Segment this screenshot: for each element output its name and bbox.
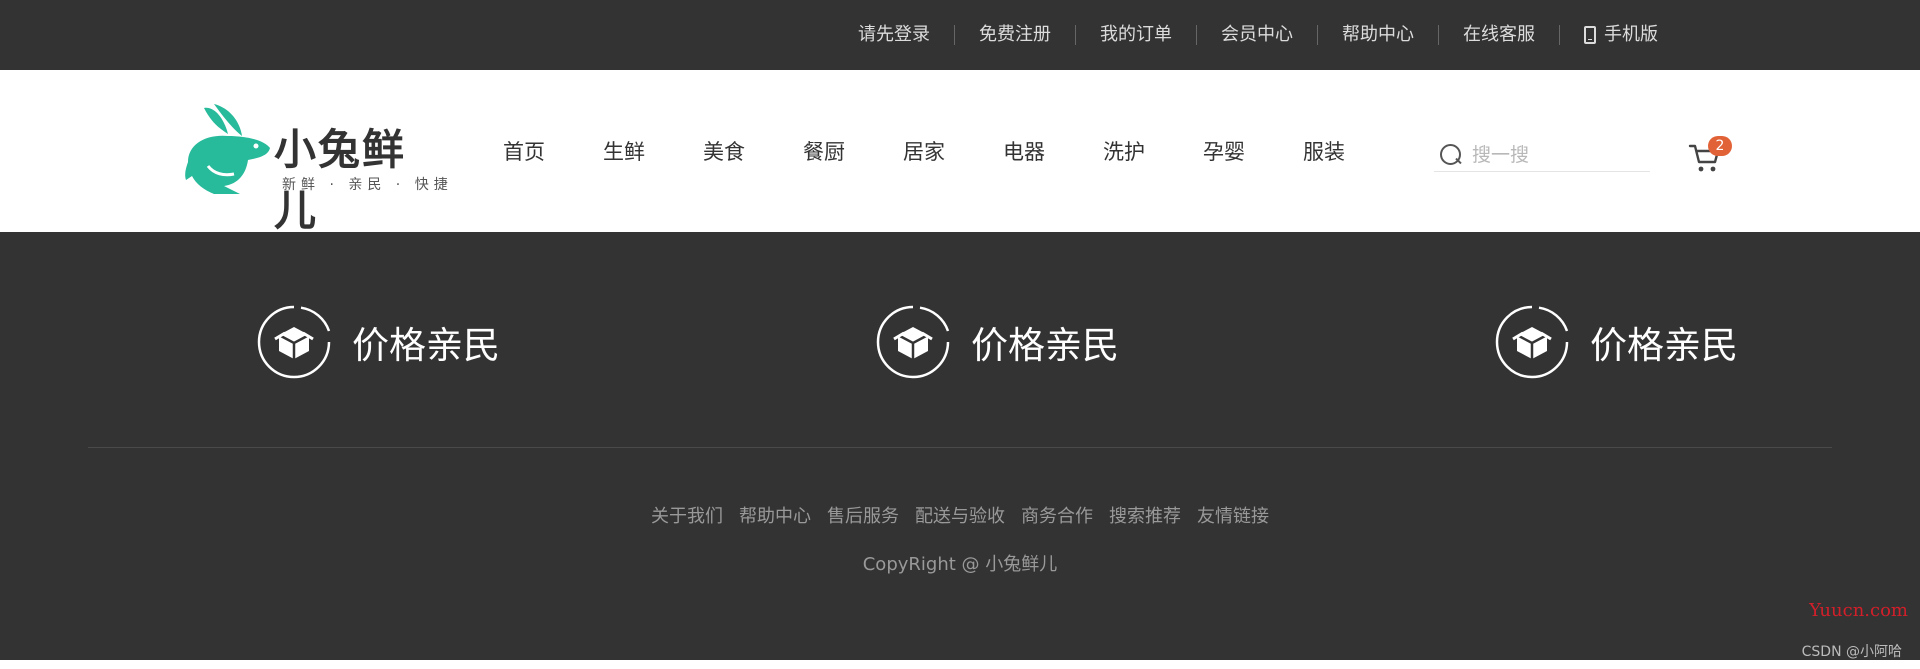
feature-label: 价格亲民 bbox=[352, 324, 500, 367]
login-link[interactable]: 请先登录 bbox=[834, 25, 954, 45]
feature-item: 价格亲民 bbox=[876, 304, 1119, 380]
footer-link-after-sales[interactable]: 售后服务 bbox=[819, 502, 907, 528]
login-link-label: 请先登录 bbox=[858, 24, 930, 45]
register-link[interactable]: 免费注册 bbox=[954, 25, 1075, 45]
cart-count-badge: 2 bbox=[1708, 136, 1732, 156]
site-watermark: Yuucn.com bbox=[1809, 600, 1908, 621]
nav-item-appliances[interactable]: 电器 bbox=[974, 136, 1074, 166]
main-category-nav: 首页 生鲜 美食 餐厨 居家 电器 洗护 孕婴 服装 bbox=[474, 70, 1374, 232]
feature-item: 价格亲民 bbox=[257, 304, 500, 380]
footer-link-delivery[interactable]: 配送与验收 bbox=[907, 502, 1013, 528]
footer-link-friend-links[interactable]: 友情链接 bbox=[1189, 502, 1277, 528]
mobile-version-link-label: 手机版 bbox=[1604, 24, 1658, 45]
footer-links: 关于我们 帮助中心 售后服务 配送与验收 商务合作 搜索推荐 友情链接 bbox=[0, 502, 1920, 528]
site-header: 小兔鲜儿 新鲜 · 亲民 · 快捷 首页 生鲜 美食 餐厨 居家 电器 洗护 孕… bbox=[0, 70, 1920, 235]
feature-item: 价格亲民 bbox=[1495, 304, 1738, 380]
logo-slogan: 新鲜 · 亲民 · 快捷 bbox=[282, 177, 453, 193]
footer-link-about[interactable]: 关于我们 bbox=[643, 502, 731, 528]
site-logo[interactable]: 小兔鲜儿 新鲜 · 亲民 · 快捷 bbox=[184, 104, 448, 235]
help-center-link-label: 帮助中心 bbox=[1342, 24, 1414, 45]
cart-button[interactable]: 2 bbox=[1688, 136, 1732, 176]
search-box bbox=[1434, 138, 1650, 172]
csdn-watermark: CSDN @小阿哈 bbox=[1801, 644, 1902, 660]
my-orders-link[interactable]: 我的订单 bbox=[1075, 25, 1196, 45]
member-center-link-label: 会员中心 bbox=[1221, 24, 1293, 45]
bottom-strip bbox=[0, 660, 1920, 669]
nav-item-kitchen[interactable]: 餐厨 bbox=[774, 136, 874, 166]
package-box-icon bbox=[1495, 305, 1569, 379]
footer-link-help[interactable]: 帮助中心 bbox=[731, 502, 819, 528]
feature-label: 价格亲民 bbox=[971, 324, 1119, 367]
search-input[interactable] bbox=[1472, 143, 1642, 166]
mobile-version-link[interactable]: 手机版 bbox=[1559, 25, 1682, 45]
online-service-link[interactable]: 在线客服 bbox=[1438, 25, 1559, 45]
footer-link-search-recommend[interactable]: 搜索推荐 bbox=[1101, 502, 1189, 528]
help-center-link[interactable]: 帮助中心 bbox=[1317, 25, 1438, 45]
online-service-link-label: 在线客服 bbox=[1463, 24, 1535, 45]
rabbit-logo-icon bbox=[185, 104, 270, 194]
package-box-icon bbox=[257, 305, 331, 379]
top-nav-bar: 请先登录 免费注册 我的订单 会员中心 帮助中心 在线客服 手机版 bbox=[0, 0, 1920, 70]
search-icon[interactable] bbox=[1440, 143, 1462, 166]
footer-link-business[interactable]: 商务合作 bbox=[1013, 502, 1101, 528]
nav-item-food[interactable]: 美食 bbox=[674, 136, 774, 166]
nav-item-home-living[interactable]: 居家 bbox=[874, 136, 974, 166]
my-orders-link-label: 我的订单 bbox=[1100, 24, 1172, 45]
nav-item-clothing[interactable]: 服装 bbox=[1274, 136, 1374, 166]
footer-divider bbox=[88, 447, 1832, 448]
site-footer: 价格亲民 价格亲民 价格亲民 关于我们 帮助中心 售后服务 配送与验收 商务合作… bbox=[0, 232, 1920, 660]
nav-item-personal-care[interactable]: 洗护 bbox=[1074, 136, 1174, 166]
top-nav-links: 请先登录 免费注册 我的订单 会员中心 帮助中心 在线客服 手机版 bbox=[834, 0, 1682, 70]
service-features: 价格亲民 价格亲民 价格亲民 bbox=[0, 232, 1920, 447]
register-link-label: 免费注册 bbox=[979, 24, 1051, 45]
nav-item-fresh[interactable]: 生鲜 bbox=[574, 136, 674, 166]
feature-label: 价格亲民 bbox=[1590, 324, 1738, 367]
nav-item-home[interactable]: 首页 bbox=[474, 136, 574, 166]
copyright-text: CopyRight @ 小兔鲜儿 bbox=[862, 554, 1058, 575]
phone-icon bbox=[1584, 26, 1596, 44]
nav-item-maternity[interactable]: 孕婴 bbox=[1174, 136, 1274, 166]
member-center-link[interactable]: 会员中心 bbox=[1196, 25, 1317, 45]
package-box-icon bbox=[876, 305, 950, 379]
